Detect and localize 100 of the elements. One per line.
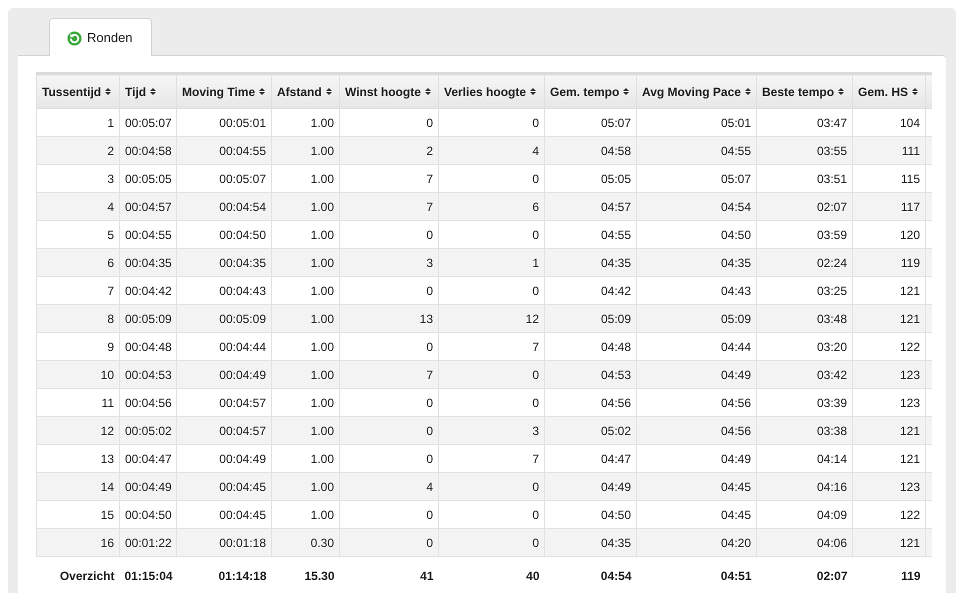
table-cell: 1.00	[272, 360, 340, 388]
table-cell: 13	[340, 304, 438, 332]
table-cell: 4	[340, 472, 438, 500]
sort-icon[interactable]	[150, 87, 156, 96]
table-cell: 121	[852, 304, 926, 332]
table-cell: 8	[36, 304, 120, 332]
summary-cell: 40	[438, 556, 544, 593]
table-cell: 121	[852, 416, 926, 444]
table-cell: 119	[852, 248, 926, 276]
table-cell: 04:35	[544, 248, 636, 276]
table-cell: 3	[340, 248, 438, 276]
column-header[interactable]: Avg Moving Pace	[636, 74, 756, 108]
table-cell: 00:05:09	[176, 304, 272, 332]
table-cell: 05:09	[544, 304, 636, 332]
column-header[interactable]: Gem. tempo	[544, 74, 636, 108]
sort-icon[interactable]	[424, 87, 431, 96]
table-cell: 03:55	[756, 136, 852, 164]
table-cell: 04:16	[756, 472, 852, 500]
column-header[interactable]: Tussentijd	[36, 74, 120, 108]
sort-icon[interactable]	[912, 87, 918, 96]
table-cell: 4	[438, 136, 544, 164]
table-cell: 04:45	[636, 472, 756, 500]
table-cell: 00:04:45	[176, 472, 272, 500]
column-header[interactable]: Verlies hoogte	[438, 74, 544, 108]
table-cell: 123	[852, 472, 926, 500]
table-cell: 00:04:35	[120, 248, 176, 276]
table-cell: 1.00	[272, 304, 340, 332]
table-cell: 00:04:49	[120, 472, 176, 500]
table-cell: 0	[438, 360, 544, 388]
table-cell: 02:07	[756, 192, 852, 220]
table-cell: 00:04:53	[120, 360, 176, 388]
table-cell: 0	[340, 528, 438, 556]
table-cell: 16	[36, 528, 120, 556]
sort-icon[interactable]	[259, 87, 266, 96]
summary-cell: 01:15:04	[120, 556, 176, 593]
summary-cell: 02:07	[756, 556, 852, 593]
table-cell: 6	[36, 248, 120, 276]
summary-cell: 04:54	[544, 556, 636, 593]
table-cell: 00:05:02	[120, 416, 176, 444]
column-header[interactable]: Moving Time	[176, 74, 272, 108]
summary-cell: 04:51	[636, 556, 756, 593]
column-header[interactable]: Gem. HS	[852, 74, 926, 108]
summary-cell: 01:14:18	[176, 556, 272, 593]
table-cell: 00:04:55	[176, 136, 272, 164]
summary-cell: 119	[852, 556, 926, 593]
table-cell: 0	[340, 416, 438, 444]
column-header[interactable]: Winst hoogte	[340, 74, 438, 108]
summary-cell: 41	[340, 556, 438, 593]
table-cell: 1.00	[272, 416, 340, 444]
table-cell: 4	[36, 192, 120, 220]
table-cell: 04:57	[544, 192, 636, 220]
table-cell: 14	[36, 472, 120, 500]
sort-icon[interactable]	[623, 87, 630, 96]
table-cell: 04:06	[756, 528, 852, 556]
table-cell: 04:35	[544, 528, 636, 556]
sort-icon[interactable]	[744, 87, 751, 96]
table-cell: 04:58	[544, 136, 636, 164]
table-cell: 1.00	[272, 192, 340, 220]
table-cell: 04:49	[636, 360, 756, 388]
sort-icon[interactable]	[530, 87, 536, 96]
summary-cell: 15.30	[272, 556, 340, 593]
table-cell: 10	[36, 360, 120, 388]
table-cell: 04:55	[636, 136, 756, 164]
table-cell: 7	[340, 360, 438, 388]
table-cell: 1.00	[272, 248, 340, 276]
table-cell: 03:48	[756, 304, 852, 332]
table-cell: 123	[852, 360, 926, 388]
table-cell: 00:04:57	[120, 192, 176, 220]
table-cell: 0.30	[272, 528, 340, 556]
table-cell: 7	[340, 192, 438, 220]
table-cell: 04:54	[636, 192, 756, 220]
table-cell: 04:35	[636, 248, 756, 276]
table-cell: 00:04:58	[120, 136, 176, 164]
table-cell: 121	[852, 528, 926, 556]
table-cell: 00:01:18	[176, 528, 272, 556]
column-header[interactable]: Afstand	[272, 74, 340, 108]
table-cell: 04:49	[544, 472, 636, 500]
table-cell: 00:04:54	[176, 192, 272, 220]
refresh-icon	[67, 30, 82, 46]
column-header[interactable]: Tijd	[120, 74, 176, 108]
table-cell: 1	[438, 248, 544, 276]
table-cell: 05:02	[544, 416, 636, 444]
table-cell: 04:20	[636, 528, 756, 556]
table-cell: 00:05:09	[120, 304, 176, 332]
tab[interactable]: Ronden	[49, 18, 152, 56]
table-cell: 03:42	[756, 360, 852, 388]
column-header[interactable]: Beste tempo	[756, 74, 852, 108]
table-cell: 117	[852, 192, 926, 220]
table-cell: 02:24	[756, 248, 852, 276]
table-cell: 0	[438, 472, 544, 500]
sort-icon[interactable]	[105, 87, 112, 96]
table-cell: 00:01:22	[120, 528, 176, 556]
sort-icon[interactable]	[838, 87, 844, 96]
table-cell: 00:04:49	[176, 360, 272, 388]
table-cell: 3	[438, 416, 544, 444]
table-cell: 00:04:35	[176, 248, 272, 276]
table-cell: 00:04:57	[176, 416, 272, 444]
table-cell: 0	[438, 528, 544, 556]
sort-icon[interactable]	[326, 87, 332, 96]
table-cell: 1.00	[272, 472, 340, 500]
